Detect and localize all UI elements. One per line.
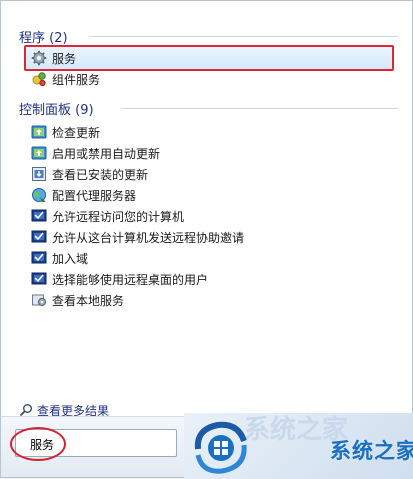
program-item-services[interactable]: 服务	[31, 48, 391, 68]
installed-updates-icon	[31, 166, 47, 182]
control-panel-item-join-domain[interactable]: 加入域	[31, 248, 391, 268]
control-panel-item-auto-update[interactable]: 启用或禁用自动更新	[31, 143, 391, 163]
programs-divider	[89, 36, 398, 37]
watermark-text: 系统之家	[330, 439, 413, 463]
component-services-icon	[31, 71, 47, 87]
windows-update-icon	[31, 124, 47, 140]
control-panel-item-label: 选择能够使用远程桌面的用户	[52, 272, 209, 287]
search-icon	[19, 403, 33, 417]
program-item-label: 组件服务	[52, 72, 101, 87]
control-panel-item-remote-access[interactable]: 允许远程访问您的计算机	[31, 206, 391, 226]
control-panel-item-label: 允许远程访问您的计算机	[52, 209, 185, 224]
control-panel-item-remote-assistance[interactable]: 允许从这台计算机发送远程协助邀请	[31, 227, 391, 247]
control-panel-divider	[121, 108, 398, 109]
control-panel-item-label: 启用或禁用自动更新	[52, 146, 161, 161]
system-shield-icon	[31, 208, 47, 224]
control-panel-item-installed-updates[interactable]: 查看已安装的更新	[31, 164, 391, 184]
watermark: 系统之家 系统之家	[184, 413, 413, 479]
watermark-logo-icon	[192, 419, 250, 475]
control-panel-item-label: 允许从这台计算机发送远程协助邀请	[52, 230, 245, 245]
admin-tools-icon	[31, 292, 47, 308]
control-panel-item-label: 配置代理服务器	[52, 188, 137, 203]
control-panel-item-check-updates[interactable]: 检查更新	[31, 122, 391, 142]
program-item-label: 服务	[52, 51, 77, 66]
system-shield-icon	[31, 250, 47, 266]
control-panel-item-remote-desktop-users[interactable]: 选择能够使用远程桌面的用户	[31, 269, 391, 289]
system-shield-icon	[31, 271, 47, 287]
gear-services-icon	[31, 50, 47, 66]
control-panel-item-local-services[interactable]: 查看本地服务	[31, 290, 391, 310]
control-panel-header[interactable]: 控制面板 (9)	[19, 99, 94, 118]
windows-update-icon	[31, 145, 47, 161]
control-panel-item-label: 加入域	[52, 251, 89, 266]
control-panel-item-proxy[interactable]: 配置代理服务器	[31, 185, 391, 205]
start-menu-search-results: 程序 (2) 服务 组件服务 控制面板 (9) 检查更新 启用或禁用自动更新 查…	[0, 0, 413, 479]
system-shield-icon	[31, 229, 47, 245]
control-panel-item-label: 检查更新	[52, 125, 101, 140]
control-panel-item-label: 查看已安装的更新	[52, 167, 149, 182]
search-annotation-circle	[10, 427, 66, 461]
internet-options-icon	[31, 187, 47, 203]
programs-header[interactable]: 程序 (2)	[19, 27, 68, 46]
program-item-component-services[interactable]: 组件服务	[31, 69, 391, 89]
control-panel-item-label: 查看本地服务	[52, 293, 125, 308]
